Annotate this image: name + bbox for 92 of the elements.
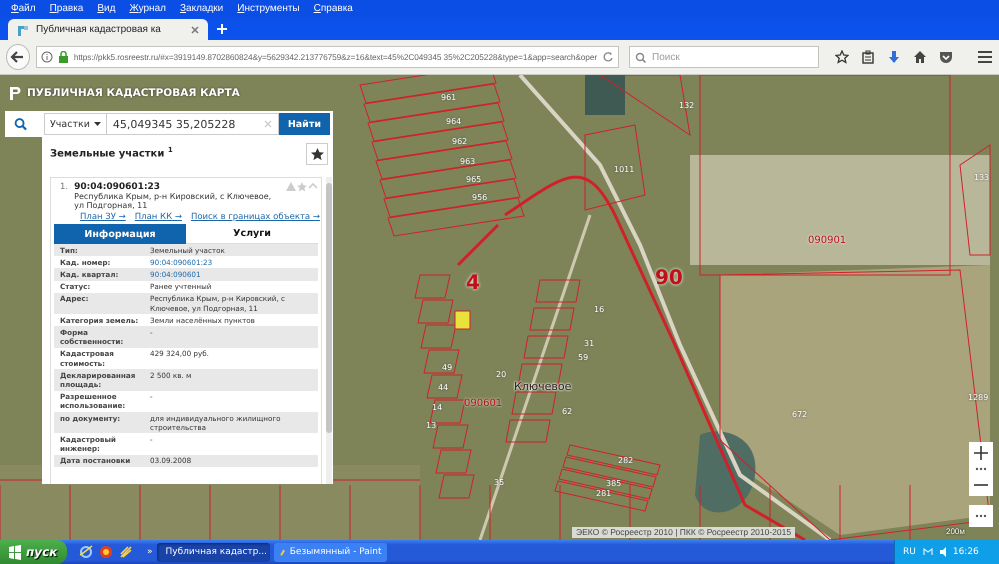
overflow-chevron[interactable]: » bbox=[147, 547, 153, 557]
parcel-label: 1011 bbox=[614, 165, 634, 174]
parcel-label: 281 bbox=[596, 489, 612, 498]
download-icon bbox=[887, 50, 901, 64]
object-link[interactable]: План КК → bbox=[134, 212, 182, 222]
parcel-label: 44 bbox=[438, 383, 448, 392]
search-icon bbox=[14, 117, 28, 131]
windows-flag-icon bbox=[8, 544, 22, 560]
reload-icon[interactable] bbox=[602, 51, 614, 63]
parcel-label: 16 bbox=[594, 305, 604, 314]
menu-item[interactable]: Вид bbox=[90, 3, 122, 14]
menu-item[interactable]: Инструменты bbox=[230, 3, 307, 14]
browser-tab[interactable]: Публичная кадастровая ка bbox=[8, 19, 208, 40]
parcel-label: 35 bbox=[494, 478, 504, 487]
search-icon bbox=[635, 52, 646, 63]
cadastral-number[interactable]: 90:04:090601:23 bbox=[74, 182, 280, 192]
back-arrow-icon bbox=[10, 50, 26, 64]
lock-icon bbox=[58, 51, 69, 63]
parcel-label: 672 bbox=[792, 410, 808, 419]
caret-icon bbox=[94, 122, 101, 126]
back-button[interactable] bbox=[6, 44, 30, 70]
taskbar-window-button[interactable]: Безымянный - Paint bbox=[274, 542, 387, 562]
speaker-icon[interactable] bbox=[938, 546, 948, 558]
district-label: 90 bbox=[655, 265, 683, 289]
results-heading: Земельные участки $^{1}$ bbox=[50, 146, 173, 160]
parcel-label: 961 bbox=[441, 93, 456, 102]
parcel-label: 963 bbox=[460, 157, 476, 166]
quarter-label: 090901 bbox=[808, 235, 846, 246]
info-icon bbox=[40, 51, 53, 63]
scrollbar-thumb[interactable] bbox=[326, 183, 332, 433]
quarter-label: 090601 bbox=[464, 398, 502, 409]
map-scale: 200м bbox=[946, 527, 965, 536]
address-bar[interactable]: https://pkk5.rosreestr.ru/#x=3919149.8702860824&y=5629342.213776759&z=16&text=45%2C049345 35%2C205228&type=1&app=search&oper bbox=[36, 46, 619, 68]
parcel-label: 956 bbox=[472, 193, 488, 202]
category-dropdown[interactable]: Участки bbox=[44, 113, 107, 135]
scrollbar[interactable] bbox=[326, 177, 332, 484]
district-label: 4 bbox=[466, 270, 480, 294]
detail-tab[interactable]: Информация bbox=[54, 224, 186, 244]
clipboard-icon bbox=[861, 50, 875, 64]
parcel-label: 62 bbox=[562, 407, 572, 416]
find-button[interactable]: Найти bbox=[278, 113, 330, 135]
menu-item[interactable]: Справка bbox=[306, 3, 360, 14]
menu-button[interactable] bbox=[977, 49, 993, 65]
parcel-label: 20 bbox=[496, 370, 506, 379]
bookmark-button[interactable] bbox=[835, 50, 849, 64]
taskbar-window-button[interactable]: Публичная кадастр... bbox=[156, 542, 270, 562]
map-attribution: ЭЕКО © Росреестр 2010 | ПКК © Росреестр 2010-2015 bbox=[572, 527, 796, 538]
parcel-label: 49 bbox=[442, 363, 452, 372]
start-button[interactable]: пуск bbox=[0, 540, 67, 564]
search-field[interactable]: Поиск bbox=[629, 46, 819, 68]
parcel-label: 385 bbox=[606, 479, 622, 488]
home-button[interactable] bbox=[913, 50, 927, 64]
object-link[interactable]: План ЗУ → bbox=[80, 212, 126, 222]
menu-item[interactable]: Правка bbox=[42, 3, 90, 14]
bookmark-icon bbox=[835, 50, 849, 64]
download-button[interactable] bbox=[887, 50, 901, 64]
parcel-label: 133 bbox=[974, 173, 990, 182]
clock: 16:26 bbox=[952, 547, 979, 557]
parcel-label: 13 bbox=[426, 421, 436, 430]
parcel-label: 964 bbox=[446, 117, 462, 126]
home-icon bbox=[913, 50, 927, 64]
close-icon[interactable] bbox=[190, 24, 200, 34]
clipboard-button[interactable] bbox=[861, 50, 875, 64]
parcel-label: 282 bbox=[618, 456, 634, 465]
browser-icon[interactable] bbox=[79, 545, 93, 559]
menu-icon bbox=[977, 49, 993, 65]
zoom-in-button[interactable] bbox=[969, 442, 993, 464]
parcel-label: 962 bbox=[452, 137, 468, 146]
object-link[interactable]: Поиск в границах объекта → bbox=[190, 212, 320, 222]
menu-item[interactable]: Файл bbox=[4, 3, 43, 14]
app-title: ПУБЛИЧНАЯ КАДАСТРОВАЯ КАРТА bbox=[27, 87, 240, 99]
pocket-button[interactable] bbox=[939, 50, 953, 64]
search-input[interactable]: 45,049345 35,205228 bbox=[106, 113, 279, 135]
tray-icon[interactable] bbox=[920, 546, 933, 558]
star-icon[interactable] bbox=[297, 182, 307, 192]
dots-icon bbox=[974, 513, 988, 519]
menu-item[interactable]: Закладки bbox=[172, 3, 230, 14]
pocket-icon bbox=[939, 50, 953, 64]
result-number: 1. bbox=[60, 182, 68, 194]
star-icon bbox=[310, 148, 324, 160]
new-tab-icon[interactable] bbox=[216, 23, 228, 35]
zoom-out-button[interactable] bbox=[969, 474, 993, 496]
layers-button[interactable] bbox=[969, 505, 993, 527]
plus-icon bbox=[974, 446, 988, 460]
browser-icon[interactable] bbox=[99, 545, 113, 559]
result-address: Республика Крым, р-н Кировский, с Ключевое, ул Подгорная, 11 bbox=[74, 192, 272, 210]
parcel-label: 31 bbox=[584, 339, 594, 348]
parcel-label: 965 bbox=[466, 175, 482, 184]
favorites-button[interactable] bbox=[306, 143, 328, 165]
app-icon[interactable] bbox=[119, 545, 133, 559]
parcel-label: 59 bbox=[578, 353, 588, 362]
menu-item[interactable]: Журнал bbox=[122, 3, 173, 14]
